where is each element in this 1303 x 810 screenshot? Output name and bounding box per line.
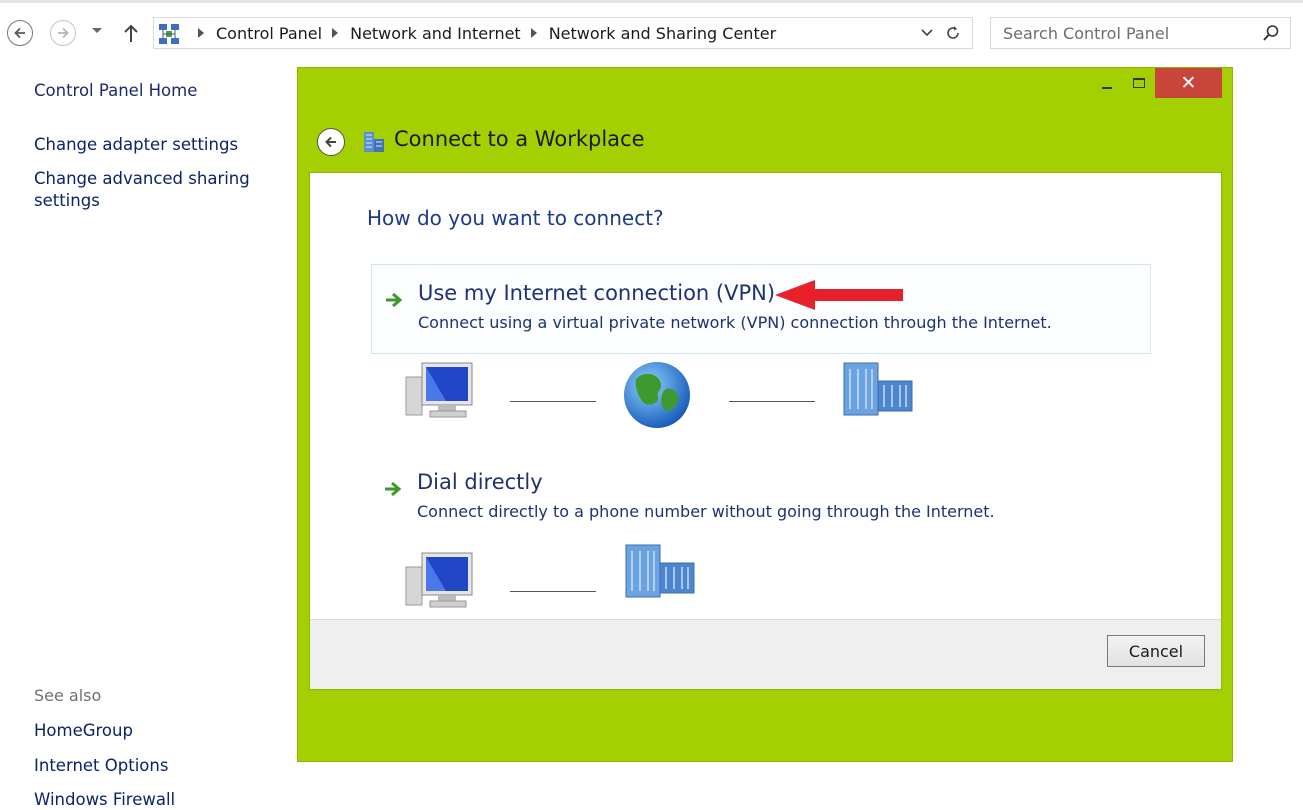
arrow-left-icon: [14, 27, 25, 39]
vpn-option[interactable]: Use my Internet connection (VPN) Connect…: [371, 264, 1151, 354]
dial-option-description: Connect directly to a phone number witho…: [417, 502, 995, 521]
up-arrow-icon[interactable]: [121, 22, 141, 44]
green-arrow-icon: [386, 292, 403, 308]
see-also-heading: See also: [34, 686, 102, 705]
recent-locations-dropdown-icon[interactable]: [91, 27, 103, 35]
breadcrumb: Control Panel Network and Internet Netwo…: [188, 18, 776, 48]
search-box[interactable]: [990, 17, 1291, 49]
arrow-left-icon: [325, 136, 336, 148]
close-icon: ✕: [1180, 71, 1197, 94]
workplace-building-icon: [625, 544, 695, 598]
breadcrumb-control-panel[interactable]: Control Panel: [216, 24, 322, 43]
connection-line: [729, 401, 815, 402]
connection-line: [510, 401, 596, 402]
dial-diagram: [400, 544, 960, 629]
green-arrow-icon: [385, 481, 402, 497]
cancel-button[interactable]: Cancel: [1107, 635, 1205, 667]
wizard-back-button[interactable]: [317, 128, 345, 156]
connect-to-workplace-dialog: ✕ Connect to a Workplace How do you want…: [297, 67, 1233, 762]
arrow-right-icon: [58, 27, 69, 39]
maximize-button[interactable]: [1123, 68, 1155, 98]
connection-line: [510, 591, 596, 592]
vpn-diagram: [400, 359, 960, 439]
breadcrumb-network-sharing-center[interactable]: Network and Sharing Center: [549, 24, 776, 43]
dial-directly-option[interactable]: Dial directly Connect directly to a phon…: [371, 456, 1151, 546]
dial-option-title: Dial directly: [417, 470, 543, 494]
wizard-content: How do you want to connect? Use my Inter…: [309, 172, 1222, 690]
refresh-icon[interactable]: [944, 24, 962, 42]
homegroup-link[interactable]: HomeGroup: [34, 720, 133, 742]
wizard-footer: Cancel: [310, 619, 1221, 689]
globe-icon: [624, 362, 690, 428]
connect-question-heading: How do you want to connect?: [367, 206, 664, 230]
workplace-building-icon: [843, 362, 913, 416]
breadcrumb-separator-icon[interactable]: [332, 28, 339, 38]
control-panel-home-link[interactable]: Control Panel Home: [34, 80, 197, 102]
address-bar[interactable]: Control Panel Network and Internet Netwo…: [153, 17, 973, 49]
breadcrumb-separator-icon[interactable]: [198, 28, 204, 38]
change-advanced-sharing-link[interactable]: Change advanced sharing settings: [34, 168, 264, 212]
computer-icon: [405, 552, 473, 608]
windows-firewall-link[interactable]: Windows Firewall: [34, 789, 175, 810]
address-toolbar: Control Panel Network and Internet Netwo…: [0, 0, 1303, 62]
internet-options-link[interactable]: Internet Options: [34, 755, 168, 777]
computer-icon: [405, 362, 473, 418]
breadcrumb-separator-icon[interactable]: [530, 28, 537, 38]
search-input[interactable]: [991, 18, 1251, 48]
vpn-option-title: Use my Internet connection (VPN): [418, 281, 776, 305]
back-button[interactable]: [7, 20, 33, 46]
maximize-icon: [1133, 78, 1145, 88]
minimize-icon: [1102, 87, 1112, 89]
window-controls: ✕: [1091, 68, 1222, 98]
breadcrumb-network-and-internet[interactable]: Network and Internet: [350, 24, 521, 43]
minimize-button[interactable]: [1091, 68, 1123, 98]
wizard-title: Connect to a Workplace: [394, 127, 645, 151]
annotation-arrow-icon: [775, 280, 903, 310]
search-icon[interactable]: [1262, 24, 1280, 42]
vpn-option-description: Connect using a virtual private network …: [418, 313, 1052, 332]
chevron-down-icon[interactable]: [920, 27, 934, 39]
workplace-building-icon: [364, 132, 384, 152]
forward-button[interactable]: [50, 20, 76, 46]
change-adapter-settings-link[interactable]: Change adapter settings: [34, 134, 238, 156]
network-center-icon: [159, 24, 179, 44]
close-button[interactable]: ✕: [1155, 68, 1222, 98]
